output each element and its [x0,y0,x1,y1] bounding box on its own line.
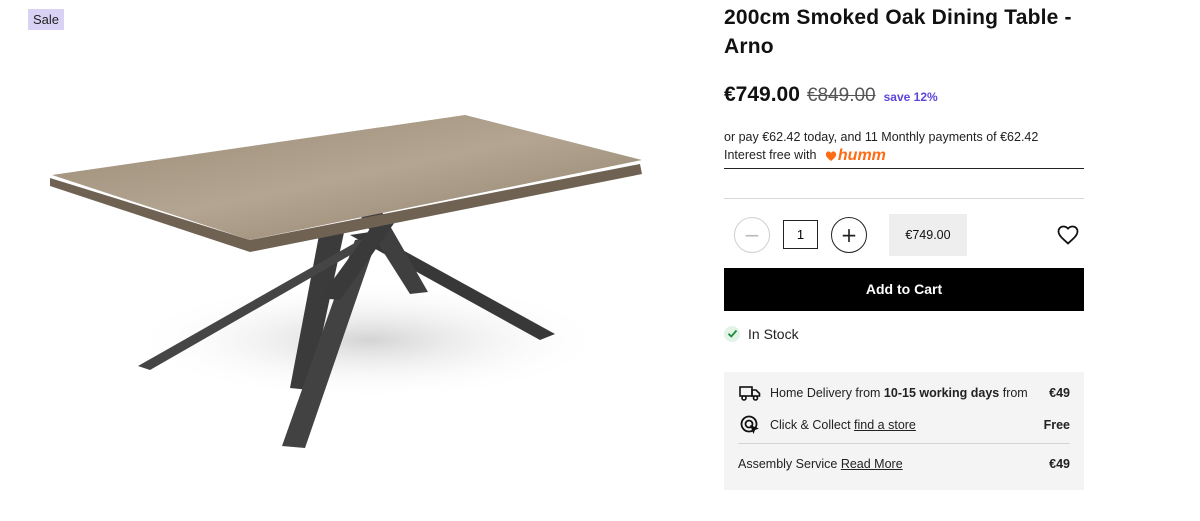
add-to-cart-button[interactable]: Add to Cart [724,267,1084,311]
humm-logo: humm [824,147,886,165]
home-delivery-text: Home Delivery from [770,385,884,400]
humm-heart-icon [825,151,837,161]
save-badge: save 12% [883,90,938,104]
assembly-price: €49 [1049,456,1070,471]
delivery-divider [738,442,1070,444]
decrease-quantity-button[interactable]: − [734,216,770,253]
assembly-row: Assembly Service Read More €49 [738,448,1070,480]
humm-wordmark: humm [837,146,886,164]
click-collect-price: Free [1043,417,1070,432]
product-gallery[interactable]: Sale [10,0,678,485]
product-title: 200cm Smoked Oak Dining Table - Arno [724,6,1072,58]
stock-label: In Stock [748,325,799,342]
home-delivery-label: Home Delivery from 10-15 working days fr… [770,386,1049,400]
quantity-input[interactable] [783,220,818,250]
assembly-text: Assembly Service [738,456,841,471]
product-image [50,115,642,448]
finance-info: or pay €62.42 today, and 11 Monthly paym… [724,128,1084,169]
quantity-row: − + €749.00 [724,213,1084,256]
finance-interest-text: Interest free with [724,148,817,162]
finance-line: or pay €62.42 today, and 11 Monthly paym… [724,130,1039,144]
click-collect-icon [738,413,762,437]
find-a-store-link[interactable]: find a store [854,418,916,432]
home-delivery-price: €49 [1049,385,1070,400]
assembly-label: Assembly Service Read More [738,457,1049,471]
truck-icon [738,381,762,405]
delivery-options: Home Delivery from 10-15 working days fr… [724,371,1084,490]
home-delivery-row: Home Delivery from 10-15 working days fr… [738,377,1070,409]
increase-quantity-button[interactable]: + [831,216,867,253]
minus-icon: − [743,222,761,247]
finance-provider-line: Interest free with humm [724,146,1084,165]
click-collect-row: Click & Collect find a store Free [738,409,1070,441]
heart-icon[interactable] [1056,223,1080,247]
check-icon [724,325,740,342]
home-delivery-suffix: from [999,385,1028,400]
current-price: €749.00 [724,83,800,106]
sale-badge: Sale [28,9,65,30]
was-price: €849.00 [806,85,876,106]
stock-status: In Stock [724,325,1084,342]
click-collect-label: Click & Collect find a store [770,418,1044,432]
read-more-link[interactable]: Read More [841,457,903,471]
click-collect-text: Click & Collect [770,417,855,432]
plus-icon: + [840,222,858,247]
price-row: €749.00 €849.00 save 12% [724,83,1084,107]
home-delivery-timeframe: 10-15 working days [883,385,1000,400]
product-details: 200cm Smoked Oak Dining Table - Arno €74… [724,0,1084,490]
section-divider [724,197,1084,199]
line-price: €749.00 [889,213,967,256]
